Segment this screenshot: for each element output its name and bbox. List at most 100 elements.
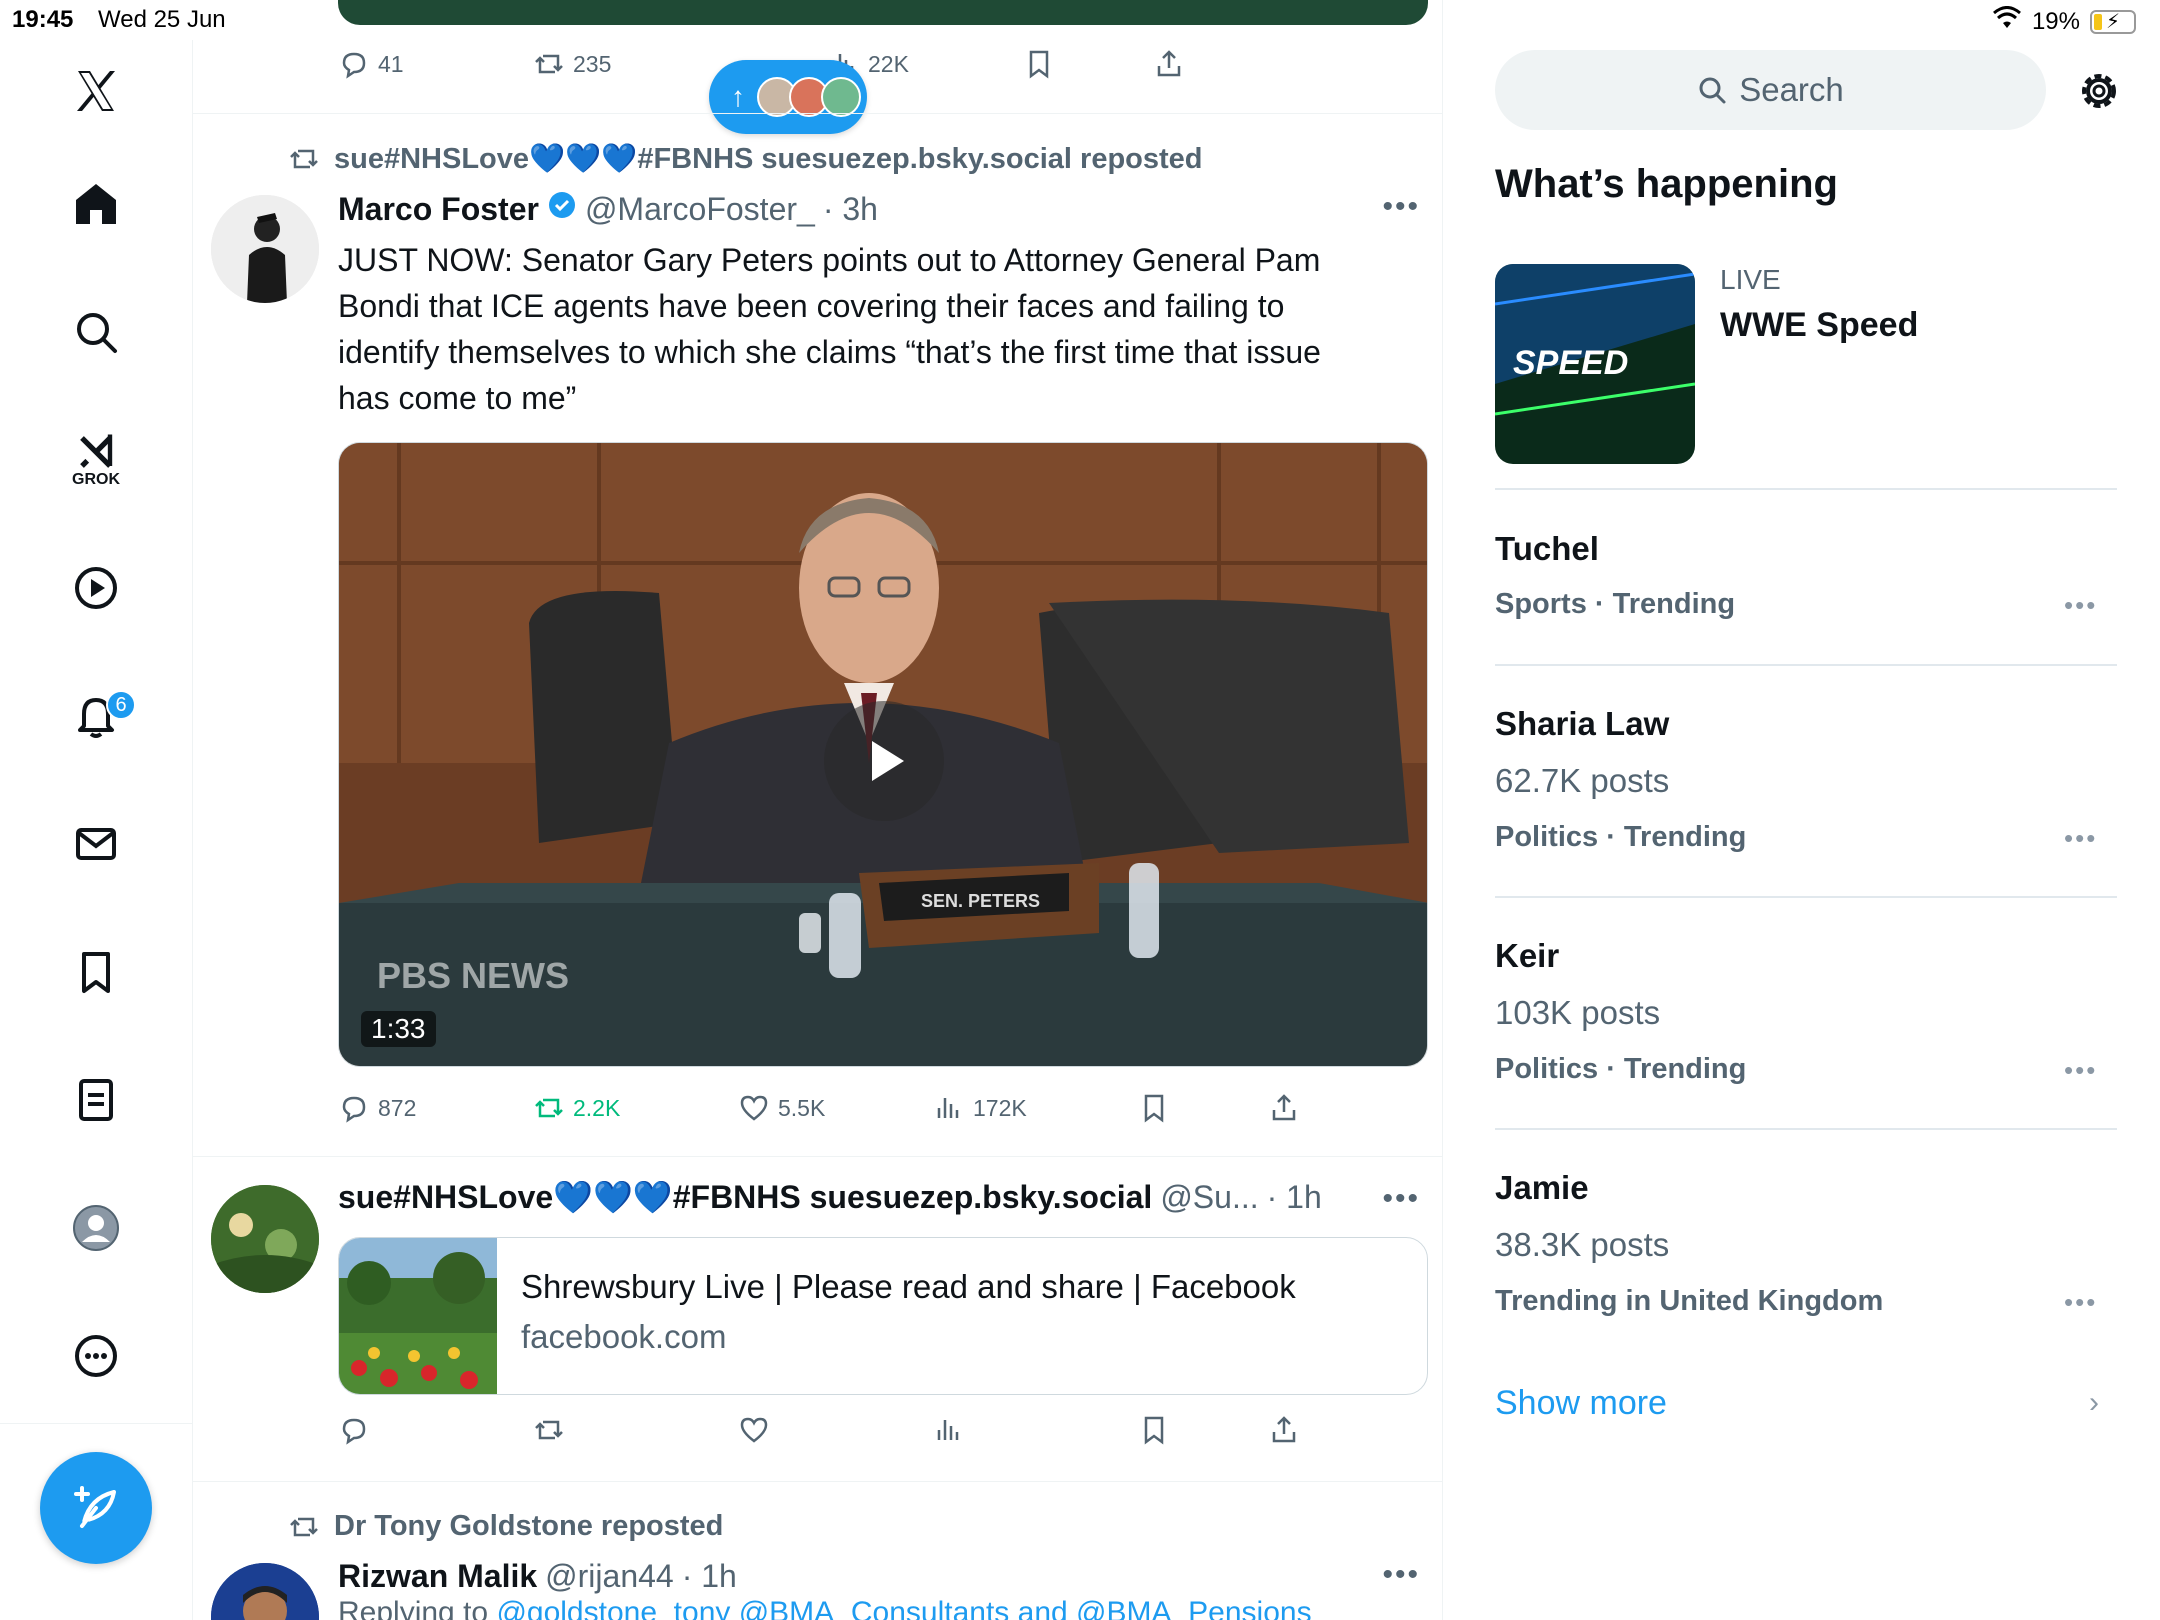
author-name[interactable]: Rizwan Malik — [338, 1558, 537, 1595]
video-player[interactable]: SEN. PETERS PBS NEWS 1:33 — [338, 442, 1428, 1067]
avatar[interactable] — [211, 1563, 319, 1620]
previous-post-media[interactable] — [338, 0, 1428, 25]
trend-category: Trending in United Kingdom — [1495, 1285, 1884, 1317]
whats-happening-heading: What’s happening — [1495, 162, 1838, 206]
profile-avatar-icon[interactable] — [56, 1188, 136, 1268]
views-button[interactable]: 172K — [933, 1088, 1027, 1128]
author-handle[interactable]: @Su... — [1160, 1179, 1258, 1216]
bookmark-icon — [1029, 50, 1049, 79]
reply-count: 41 — [378, 50, 404, 77]
reply-icon — [342, 1418, 366, 1445]
divider — [1495, 488, 2117, 490]
trend-more-icon[interactable]: ••• — [2064, 590, 2097, 621]
trend-more-icon[interactable]: ••• — [2064, 1287, 2097, 1318]
replying-to-mentions[interactable]: @goldstone_tony @BMA_Consultants and @BM… — [496, 1596, 1311, 1620]
new-posts-pill[interactable]: ↑ — [709, 60, 867, 134]
messages-envelope-icon[interactable] — [56, 804, 136, 884]
x-logo-icon[interactable] — [56, 51, 136, 131]
reply-button[interactable]: 41 — [338, 44, 404, 84]
share-button[interactable] — [1268, 1410, 1300, 1450]
trend-more-icon[interactable]: ••• — [2064, 1055, 2097, 1086]
author-name[interactable]: sue#NHSLove💙💙💙#FBNHS suesuezep.bsky.soci… — [338, 1178, 1152, 1216]
reply-count: 872 — [378, 1094, 417, 1121]
trend-name[interactable]: Tuchel — [1495, 530, 1599, 568]
play-button[interactable] — [824, 701, 944, 821]
verified-badge-icon — [547, 190, 577, 228]
trend-post-count: 38.3K posts — [1495, 1226, 1670, 1263]
chevron-right-icon: › — [2089, 1386, 2099, 1419]
bookmarks-icon[interactable] — [56, 932, 136, 1012]
compose-post-button[interactable] — [40, 1452, 152, 1564]
post-time: · 1h — [1266, 1178, 1322, 1215]
bookmark-button[interactable] — [1138, 1410, 1170, 1450]
views-chart-icon — [937, 1098, 959, 1118]
live-event-thumbnail[interactable]: SPEED — [1495, 264, 1695, 464]
like-button[interactable] — [738, 1410, 770, 1450]
post-more-icon[interactable]: ••• — [1382, 190, 1420, 224]
show-more-link[interactable]: Show more — [1495, 1384, 1667, 1423]
repost-button[interactable]: 2.2K — [533, 1088, 620, 1128]
play-icon — [872, 741, 904, 781]
post-more-icon[interactable]: ••• — [1382, 1558, 1420, 1592]
repost-count: 2.2K — [573, 1094, 621, 1121]
repost-icon — [290, 149, 318, 169]
trend-name[interactable]: Jamie — [1495, 1169, 1589, 1207]
divider — [1495, 896, 2117, 898]
repost-icon — [535, 1420, 563, 1440]
bookmark-button[interactable] — [1138, 1088, 1170, 1128]
post-actions: 872 2.2K 5.5K 172K — [338, 1088, 1318, 1128]
trend-name[interactable]: Sharia Law — [1495, 705, 1669, 743]
reposted-by-line[interactable]: sue#NHSLove💙💙💙#FBNHS suesuezep.bsky.soci… — [288, 142, 1203, 176]
video-play-icon[interactable] — [56, 548, 136, 628]
views-count: 172K — [973, 1094, 1027, 1121]
live-event-title[interactable]: WWE Speed — [1720, 306, 1918, 345]
heart-icon — [740, 1095, 768, 1121]
avatar — [821, 77, 861, 117]
share-icon — [1272, 1416, 1296, 1443]
replying-to-line: Replying to @goldstone_tony @BMA_Consult… — [338, 1596, 1312, 1620]
live-thumb-text: SPEED — [1513, 344, 1628, 382]
lists-icon[interactable] — [56, 1060, 136, 1140]
author-name[interactable]: Marco Foster — [338, 191, 539, 228]
trend-more-icon[interactable]: ••• — [2064, 823, 2097, 854]
post-more-icon[interactable]: ••• — [1382, 1182, 1420, 1216]
repost-button[interactable] — [533, 1410, 565, 1450]
trend-category: Politics · Trending — [1495, 1053, 1747, 1085]
reposted-by-line[interactable]: Dr Tony Goldstone reposted — [288, 1510, 723, 1543]
search-icon — [1699, 77, 1726, 104]
author-handle[interactable]: @rijan44 — [545, 1558, 674, 1595]
grok-icon[interactable]: GROK — [56, 420, 136, 500]
reply-button[interactable] — [338, 1410, 370, 1450]
notifications-bell-icon[interactable]: 6 — [56, 676, 136, 756]
tweet-text-line: identify themselves to which she claims … — [338, 334, 1321, 370]
search-bar[interactable]: Search — [1495, 50, 2046, 130]
views-button[interactable] — [933, 1410, 965, 1450]
tweet-header: Marco Foster @MarcoFoster_ · 3h — [338, 190, 878, 228]
tweet-text: JUST NOW: Senator Gary Peters points out… — [338, 237, 1428, 421]
link-preview-card[interactable]: Shrewsbury Live | Please read and share … — [338, 1237, 1428, 1395]
share-button[interactable] — [1268, 1088, 1300, 1128]
author-handle[interactable]: @MarcoFoster_ — [585, 191, 815, 228]
reply-button[interactable]: 872 — [338, 1088, 416, 1128]
link-domain: facebook.com — [521, 1318, 727, 1355]
more-options-icon[interactable] — [56, 1316, 136, 1396]
avatar[interactable] — [211, 1185, 319, 1293]
link-title: Shrewsbury Live | Please read and share … — [521, 1268, 1296, 1305]
avatar[interactable] — [211, 195, 319, 303]
video-watermark: PBS NEWS — [377, 955, 569, 996]
home-icon[interactable] — [56, 164, 136, 244]
reposted-by-text: Dr Tony Goldstone reposted — [334, 1510, 724, 1542]
post-actions — [338, 1410, 1318, 1450]
repost-button[interactable]: 235 — [533, 44, 611, 84]
trend-category: Politics · Trending — [1495, 821, 1747, 853]
settings-gear-icon[interactable] — [2074, 66, 2124, 116]
search-icon[interactable] — [56, 292, 136, 372]
bookmark-button[interactable] — [1023, 44, 1055, 84]
trend-post-count: 62.7K posts — [1495, 762, 1670, 799]
divider — [193, 1481, 1442, 1482]
timeline-feed[interactable]: 41 235 22K ↑ sue#NHSLove💙💙💙#FBNHS suesue… — [193, 0, 1443, 1620]
like-button[interactable]: 5.5K — [738, 1088, 825, 1128]
share-button[interactable] — [1153, 44, 1185, 84]
views-chart-icon — [937, 1420, 959, 1440]
trend-name[interactable]: Keir — [1495, 937, 1559, 975]
